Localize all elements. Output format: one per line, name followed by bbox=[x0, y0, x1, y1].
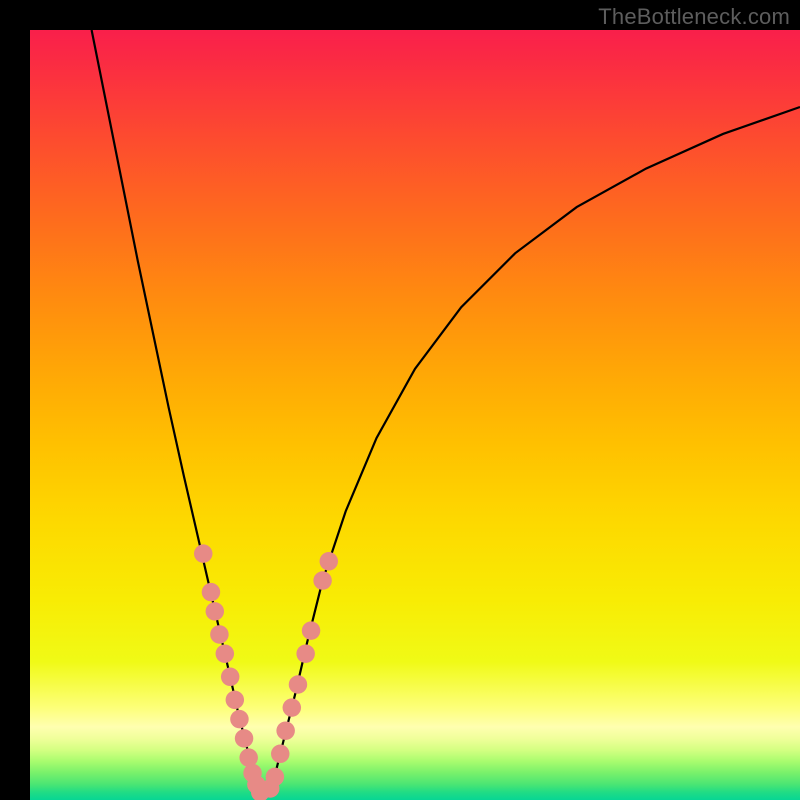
data-marker bbox=[283, 698, 301, 716]
data-marker bbox=[239, 748, 257, 766]
data-marker bbox=[276, 721, 294, 739]
data-marker bbox=[289, 675, 307, 693]
data-marker bbox=[226, 691, 244, 709]
data-marker bbox=[302, 621, 320, 639]
chart-svg bbox=[30, 30, 800, 800]
data-marker bbox=[194, 544, 212, 562]
data-marker bbox=[296, 644, 314, 662]
series-right-branch bbox=[269, 107, 800, 792]
data-marker bbox=[271, 745, 289, 763]
data-marker bbox=[266, 768, 284, 786]
data-marker bbox=[202, 583, 220, 601]
data-marker bbox=[206, 602, 224, 620]
data-marker bbox=[313, 571, 331, 589]
marker-layer bbox=[194, 544, 338, 800]
attribution-watermark: TheBottleneck.com bbox=[598, 4, 790, 30]
plot-area bbox=[30, 30, 800, 800]
data-marker bbox=[221, 668, 239, 686]
data-marker bbox=[320, 552, 338, 570]
data-marker bbox=[216, 644, 234, 662]
data-marker bbox=[210, 625, 228, 643]
curve-layer bbox=[92, 30, 800, 792]
data-marker bbox=[230, 710, 248, 728]
data-marker bbox=[235, 729, 253, 747]
chart-frame: TheBottleneck.com bbox=[0, 0, 800, 800]
